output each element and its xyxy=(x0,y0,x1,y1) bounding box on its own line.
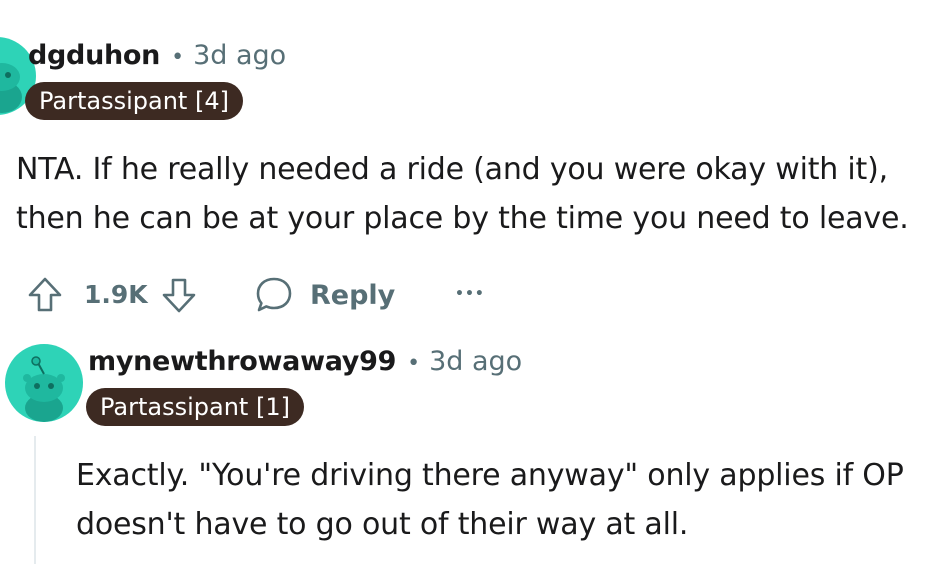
comment-body: Exactly. "You're driving there anyway" o… xyxy=(76,451,904,549)
comment-body-line: then he can be at your place by the time… xyxy=(16,201,909,236)
downvote-button[interactable] xyxy=(158,274,200,316)
comment-body-line: NTA. If he really needed a ride (and you… xyxy=(16,152,888,187)
upvote-arrow-icon xyxy=(28,277,62,312)
comment-body-line: doesn't have to go out of their way at a… xyxy=(76,507,689,542)
vote-count: 1.9K xyxy=(84,280,148,309)
reply-label: Reply xyxy=(310,279,396,311)
comment-body: NTA. If he really needed a ride (and you… xyxy=(16,145,909,243)
avatar[interactable] xyxy=(5,344,83,422)
reply-button[interactable]: Reply xyxy=(254,274,395,316)
user-flair: Partassipant [4] xyxy=(25,82,243,120)
snoo-avatar-icon xyxy=(23,356,65,422)
speech-bubble-icon xyxy=(256,277,292,312)
more-options-button[interactable]: ••• xyxy=(455,282,485,306)
username[interactable]: mynewthrowaway99 xyxy=(88,346,396,377)
comment-header: dgduhon • 3d ago xyxy=(28,40,286,71)
username[interactable]: dgduhon xyxy=(28,40,160,71)
comment-body-line: Exactly. "You're driving there anyway" o… xyxy=(76,458,904,493)
user-flair: Partassipant [1] xyxy=(86,388,304,426)
timestamp[interactable]: 3d ago xyxy=(429,346,522,377)
upvote-button[interactable] xyxy=(24,274,66,316)
ellipsis-icon: ••• xyxy=(455,286,485,302)
separator-dot: • xyxy=(407,351,421,376)
downvote-arrow-icon xyxy=(162,278,196,313)
thread-line[interactable] xyxy=(34,436,36,564)
separator-dot: • xyxy=(171,45,185,70)
comment-header: mynewthrowaway99 • 3d ago xyxy=(88,346,522,377)
timestamp[interactable]: 3d ago xyxy=(193,40,286,71)
